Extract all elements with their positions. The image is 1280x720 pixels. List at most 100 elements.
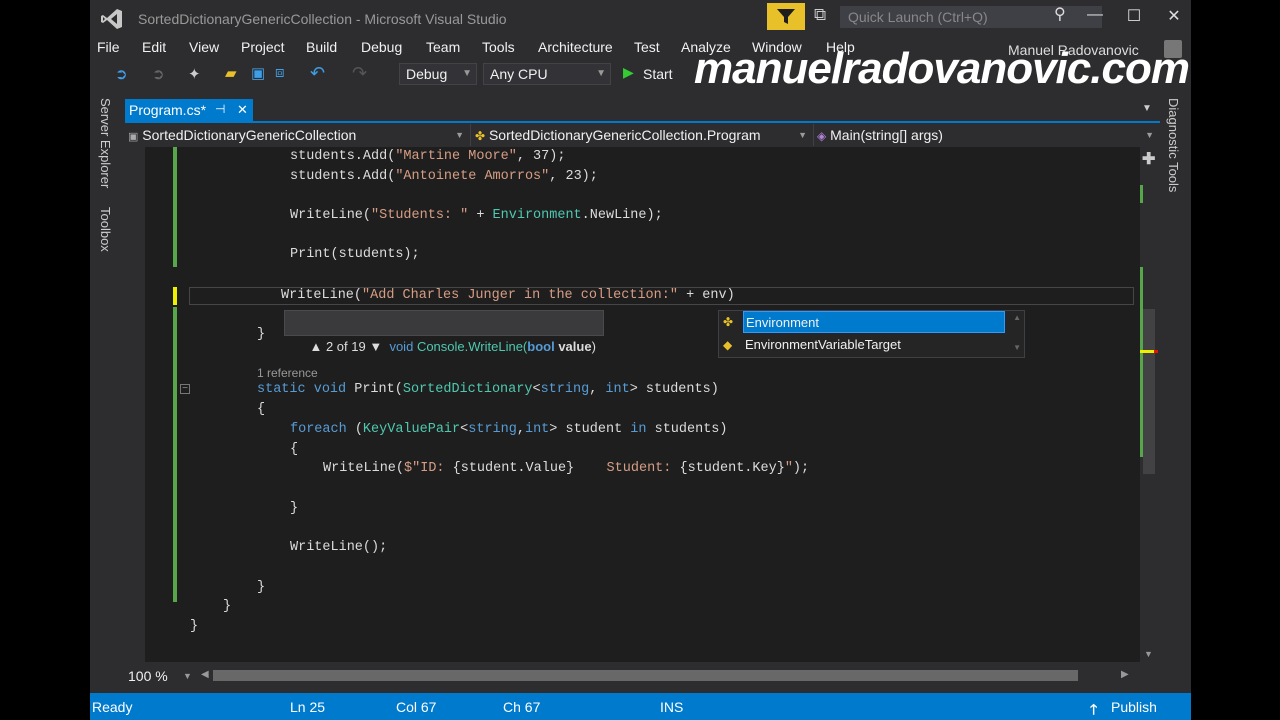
tab-overflow-icon[interactable]: ▼ [1142,103,1152,114]
menu-tools[interactable]: Tools [482,39,515,55]
menu-edit[interactable]: Edit [142,39,166,55]
notifications-icon[interactable]: ⧉ [814,5,826,25]
search-icon[interactable]: ⚲ [1054,4,1066,24]
code-line: } [223,599,232,614]
caret-marker [1140,350,1154,353]
chevron-down-icon: ▼ [183,671,192,681]
changed-lines-marker [173,307,177,602]
change-marker [1140,185,1143,203]
open-file-icon[interactable]: ▰ [225,64,237,82]
start-icon[interactable]: ▶ [623,64,634,81]
status-text: Ready [92,699,133,715]
status-insert-mode[interactable]: INS [660,699,683,715]
csharp-project-icon: ▣ [128,131,139,143]
menu-build[interactable]: Build [306,39,337,55]
error-marker [1154,350,1158,353]
signature-prev-icon[interactable]: ▲ [309,339,322,354]
class-icon: ✤ [475,129,486,143]
configuration-select[interactable]: Debug ▼ [399,63,477,85]
status-line: Ln 25 [290,699,326,715]
code-line: { [257,402,266,417]
split-icon[interactable]: ✚ [1142,149,1155,169]
scroll-right-icon[interactable]: ▶ [1121,669,1129,680]
code-line: } [190,619,199,634]
chevron-down-icon: ▼ [462,68,472,79]
close-window-button[interactable]: ✕ [1163,6,1185,26]
tab-program-cs[interactable]: Program.cs* ⊣ ✕ [125,99,253,122]
menu-file[interactable]: File [97,39,120,55]
tab-underline [125,121,1160,123]
zoom-select[interactable]: 100 % ▼ [125,665,198,687]
collapse-region-icon[interactable]: − [180,384,190,394]
horizontal-scrollbar-thumb[interactable] [213,670,1078,681]
code-line: static void Print(SortedDictionary<strin… [257,382,719,397]
menu-debug[interactable]: Debug [361,39,402,55]
redo-icon[interactable]: ↷ [352,63,367,84]
code-line: Print(students); [290,247,420,262]
scroll-left-icon[interactable]: ◀ [201,669,209,680]
undo-icon[interactable]: ↶ [310,63,325,84]
code-editor[interactable]: students.Add("Martine Moore", 37); stude… [145,147,1140,662]
navigate-forward-icon[interactable]: ➲ [152,65,165,83]
scrollbar-thumb[interactable] [1143,309,1155,474]
code-line: WriteLine("Students: " + Environment.New… [290,208,663,223]
menu-view[interactable]: View [189,39,219,55]
publish-button[interactable]: Publish [1111,699,1157,715]
project-dropdown[interactable]: ▣ SortedDictionaryGenericCollection ▼ [125,124,471,146]
changed-lines-marker [173,147,177,267]
publish-icon[interactable]: 🡑 [1090,699,1097,720]
menu-team[interactable]: Team [426,39,460,55]
menu-architecture[interactable]: Architecture [538,39,613,55]
intellisense-completion-list: ✤ Environment ◆ EnvironmentVariableTarge… [718,310,1025,358]
watermark: manuelradovanovic.com [694,44,1190,93]
codelens-references[interactable]: 1 reference [257,366,318,380]
toolbox-tab[interactable]: Toolbox [98,207,113,252]
start-button[interactable]: Start [643,66,673,82]
visual-studio-logo-icon [101,9,122,29]
save-icon[interactable]: ▣ [251,64,265,82]
code-line: { [290,442,299,457]
unsaved-line-marker [173,287,177,305]
code-line: foreach (KeyValuePair<string,int> studen… [290,422,728,437]
window-title: SortedDictionaryGenericCollection - Micr… [138,11,507,27]
scroll-down-icon[interactable]: ▼ [1013,343,1021,352]
scroll-down-icon[interactable]: ▼ [1144,649,1153,659]
server-explorer-tab[interactable]: Server Explorer [98,98,113,188]
title-bar: SortedDictionaryGenericCollection - Micr… [90,0,1191,38]
completion-item[interactable]: ◆ EnvironmentVariableTarget [719,334,1005,356]
signature-next-icon[interactable]: ▼ [369,339,382,354]
editor-bottom-bar: 100 % ▼ ◀ ▶ [125,665,1160,687]
code-line: } [290,501,299,516]
vs-window: SortedDictionaryGenericCollection - Micr… [90,0,1191,720]
close-tab-icon[interactable]: ✕ [237,102,248,118]
code-line: } [257,580,266,595]
scroll-up-icon[interactable]: ▲ [1013,313,1021,322]
code-line: } [257,327,266,342]
completion-item[interactable]: ✤ Environment [719,311,1005,333]
vertical-scrollbar[interactable]: ✚ ▼ [1140,147,1158,662]
tab-label: Program.cs* [129,102,207,118]
member-dropdown[interactable]: ◈ Main(string[] args) ▼ [817,124,1160,146]
menu-project[interactable]: Project [241,39,285,55]
chevron-down-icon: ▼ [455,130,464,140]
code-line-current: WriteLine("Add Charles Junger in the col… [281,288,735,303]
minimize-button[interactable]: — [1084,6,1106,24]
class-icon: ✤ [723,315,734,329]
enum-icon: ◆ [723,338,733,352]
save-all-icon[interactable]: ⧈ [275,64,285,81]
menu-test[interactable]: Test [634,39,660,55]
code-line: WriteLine($"ID: {student.Value} Student:… [323,461,810,476]
navigate-back-icon[interactable]: ➲ [115,65,128,83]
pin-icon[interactable]: ⊣ [215,102,225,116]
code-line: students.Add("Martine Moore", 37); [290,149,566,164]
maximize-button[interactable]: ☐ [1123,6,1145,26]
chevron-down-icon: ▼ [798,130,807,140]
chevron-down-icon: ▼ [596,68,606,79]
status-bar: Ready Ln 25 Col 67 Ch 67 INS 🡑 Publish [90,693,1191,720]
platform-select[interactable]: Any CPU ▼ [483,63,611,85]
diagnostic-tools-tab[interactable]: Diagnostic Tools [1166,98,1181,192]
new-project-icon[interactable]: ✦ [188,65,201,83]
code-line: students.Add("Antoinete Amorros", 23); [290,169,598,184]
feedback-filter-button[interactable] [767,3,805,30]
class-dropdown[interactable]: ✤ SortedDictionaryGenericCollection.Prog… [473,124,814,146]
